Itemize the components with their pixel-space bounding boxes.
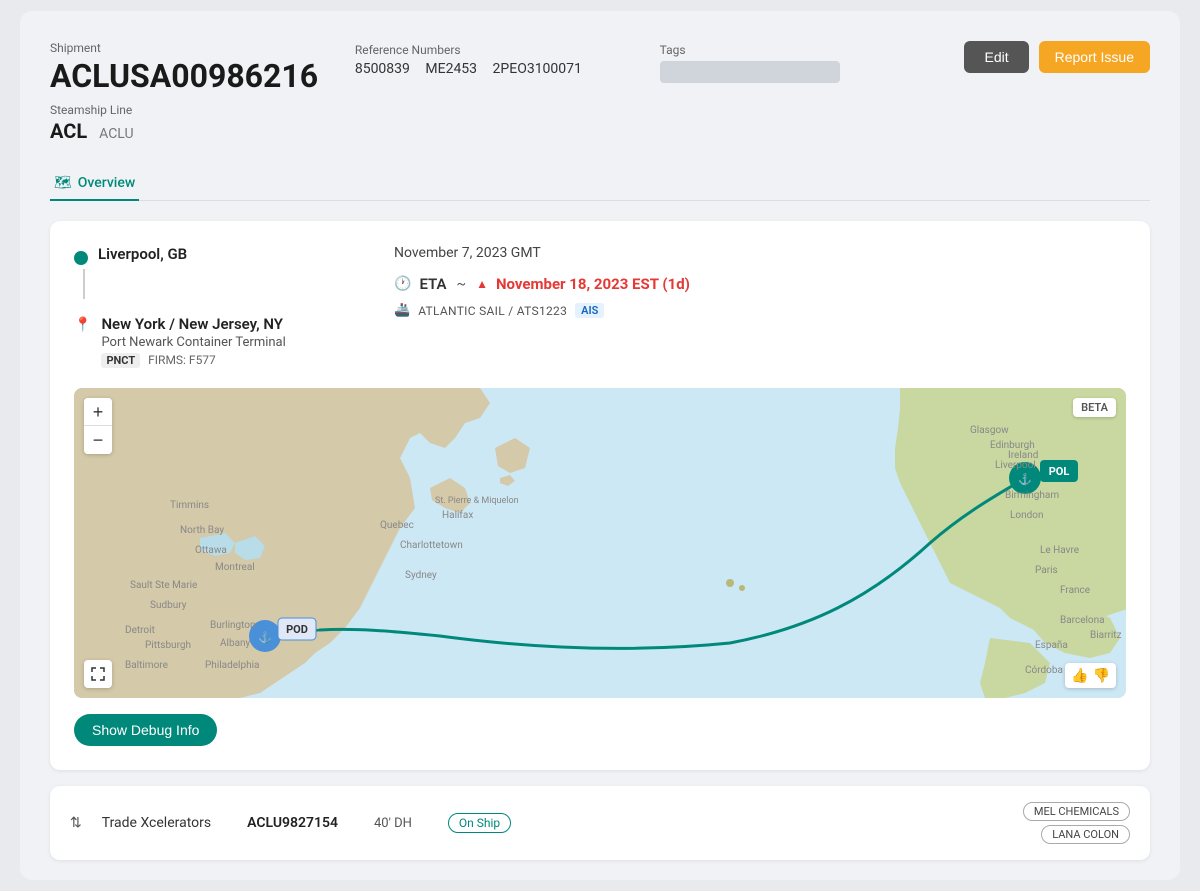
steamship-label: Steamship Line — [50, 103, 355, 117]
svg-text:France: France — [1060, 585, 1090, 596]
svg-text:⚓: ⚓ — [1018, 473, 1032, 486]
eta-label: ETA — [419, 275, 446, 293]
shipment-id: ACLUSA00986216 — [50, 57, 355, 95]
tags-label: Tags — [660, 43, 965, 57]
tabs-section: 🗺 Overview — [50, 167, 1150, 201]
svg-text:Liverpool: Liverpool — [995, 460, 1036, 471]
route-right: November 7, 2023 GMT 🕐 ETA ~ ▲ November … — [394, 245, 1126, 368]
map-controls: + − — [84, 398, 112, 454]
cargo-tag-1: MEL CHEMICALS — [1023, 802, 1130, 821]
svg-text:Paris: Paris — [1035, 565, 1058, 576]
svg-text:Quebec: Quebec — [380, 520, 414, 531]
svg-text:Barcelona: Barcelona — [1060, 615, 1105, 626]
cargo-tag-2: LANA COLON — [1041, 825, 1130, 844]
origin-dot — [74, 251, 88, 265]
feedback-buttons: 👍 👎 — [1065, 663, 1116, 688]
thumbs-up-button[interactable]: 👍 — [1071, 667, 1088, 684]
vessel-row: 🚢 ATLANTIC SAIL / ATS1223 AIS — [394, 303, 1126, 318]
shipment-label: Shipment — [50, 41, 355, 55]
main-card: Liverpool, GB 📍 New York / New Jersey, N… — [50, 221, 1150, 770]
terminal-code: PNCT — [101, 353, 140, 368]
edit-button[interactable]: Edit — [964, 41, 1028, 73]
eta-date: November 18, 2023 EST (1d) — [496, 275, 690, 293]
svg-text:London: London — [1010, 510, 1043, 521]
fullscreen-button[interactable] — [84, 660, 112, 688]
eta-up-arrow: ▲ — [476, 277, 488, 291]
svg-text:Ottawa: Ottawa — [195, 545, 227, 556]
steamship-code: ACLU — [99, 126, 133, 142]
cargo-size: 40' DH — [374, 816, 412, 831]
svg-text:Albany: Albany — [220, 638, 251, 649]
tags-bar — [660, 61, 840, 83]
route-destination: 📍 New York / New Jersey, NY Port Newark … — [74, 315, 354, 368]
svg-text:Le Havre: Le Havre — [1040, 545, 1079, 556]
svg-text:Glasgow: Glasgow — [970, 425, 1009, 436]
destination-pin-icon: 📍 — [74, 317, 91, 333]
eta-row: 🕐 ETA ~ ▲ November 18, 2023 EST (1d) — [394, 275, 1126, 293]
clock-icon: 🕐 — [394, 276, 411, 292]
steamship-name: ACL — [50, 119, 87, 143]
cargo-container-id: ACLU9827154 — [247, 815, 338, 831]
firms-code: FIRMS: F577 — [148, 353, 216, 368]
ref-number-3: 2PEO3100071 — [493, 61, 582, 77]
svg-text:Charlottetown: Charlottetown — [400, 540, 463, 551]
thumbs-down-button[interactable]: 👎 — [1093, 667, 1110, 684]
svg-text:POL: POL — [1049, 465, 1070, 478]
svg-text:Philadelphia: Philadelphia — [205, 660, 260, 671]
cargo-name: Trade Xcelerators — [102, 815, 211, 831]
vessel-name: ATLANTIC SAIL / ATS1223 — [418, 304, 567, 318]
svg-text:Montreal: Montreal — [215, 562, 255, 573]
svg-text:Sudbury: Sudbury — [150, 600, 187, 611]
eta-tilde: ~ — [457, 276, 467, 292]
zoom-out-button[interactable]: − — [84, 426, 112, 454]
svg-text:Biarritz: Biarritz — [1090, 630, 1122, 641]
svg-text:Baltimore: Baltimore — [125, 660, 168, 671]
expand-icon[interactable]: ⇅ — [70, 815, 82, 831]
route-left: Liverpool, GB 📍 New York / New Jersey, N… — [74, 245, 354, 368]
ref-numbers: 8500839 ME2453 2PEO3100071 — [355, 61, 660, 77]
zoom-in-button[interactable]: + — [84, 398, 112, 426]
destination-terminal: Port Newark Container Terminal — [101, 335, 285, 350]
svg-text:Edinburgh: Edinburgh — [990, 440, 1035, 451]
svg-text:Birmingham: Birmingham — [1005, 490, 1059, 501]
report-issue-button[interactable]: Report Issue — [1039, 41, 1150, 73]
ref-number-1: 8500839 — [355, 61, 410, 77]
svg-text:España: España — [1035, 639, 1068, 651]
svg-text:Pittsburgh: Pittsburgh — [145, 640, 191, 651]
svg-text:Sault Ste Marie: Sault Ste Marie — [130, 580, 197, 591]
tab-overview-label: Overview — [78, 175, 135, 191]
route-connector-line — [83, 269, 85, 299]
svg-text:North Bay: North Bay — [180, 525, 224, 536]
cargo-tags: MEL CHEMICALS LANA COLON — [1023, 802, 1130, 844]
svg-text:Halifax: Halifax — [442, 509, 473, 521]
map-icon: 🗺 — [54, 175, 72, 191]
destination-codes: PNCT FIRMS: F577 — [101, 353, 285, 368]
svg-text:St. Pierre & Miquelon: St. Pierre & Miquelon — [435, 496, 519, 506]
svg-text:⚓: ⚓ — [258, 631, 272, 644]
svg-text:Timmins: Timmins — [170, 500, 209, 511]
ref-number-2: ME2453 — [425, 61, 477, 77]
svg-text:Burlington: Burlington — [210, 620, 256, 631]
route-origin: Liverpool, GB — [74, 245, 354, 299]
tab-overview[interactable]: 🗺 Overview — [50, 167, 139, 201]
svg-text:Sydney: Sydney — [405, 570, 437, 581]
origin-city: Liverpool, GB — [98, 245, 187, 263]
ais-badge: AIS — [575, 303, 604, 318]
departure-date: November 7, 2023 GMT — [394, 245, 1126, 261]
onship-status-badge: On Ship — [448, 813, 511, 833]
svg-text:Córdoba: Córdoba — [1025, 665, 1063, 676]
beta-badge: BETA — [1073, 398, 1116, 417]
destination-city: New York / New Jersey, NY — [101, 315, 285, 333]
ship-icon: 🚢 — [394, 303, 410, 318]
svg-text:POD: POD — [286, 623, 308, 636]
svg-text:Detroit: Detroit — [125, 625, 155, 636]
map-container: ⚓ POL ⚓ POD Timmins North Bay Ottawa Mon… — [74, 388, 1126, 698]
route-section: Liverpool, GB 📍 New York / New Jersey, N… — [74, 245, 1126, 368]
cargo-row: ⇅ Trade Xcelerators ACLU9827154 40' DH O… — [50, 786, 1150, 860]
debug-button[interactable]: Show Debug Info — [74, 714, 217, 746]
ref-label: Reference Numbers — [355, 43, 660, 57]
